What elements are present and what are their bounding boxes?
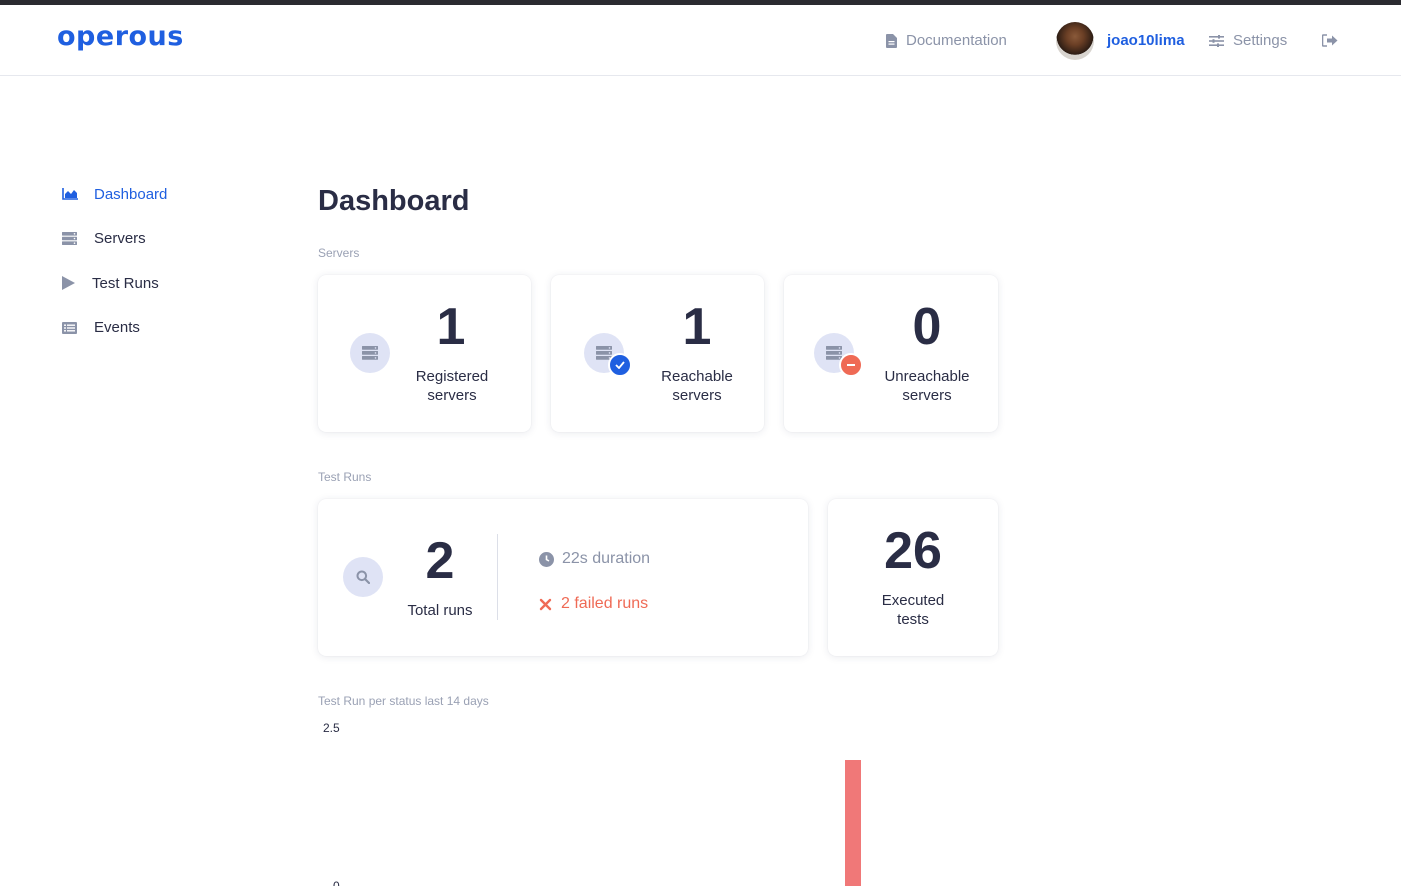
total-runs-label: Total runs [407, 602, 473, 619]
clock-icon [539, 551, 554, 567]
documentation-label: Documentation [906, 32, 1007, 49]
executed-tests-card[interactable]: 26 Executed tests [828, 499, 998, 656]
y-tick-label: 0 [333, 879, 340, 886]
sidebar-item-test-runs[interactable]: Test Runs [62, 269, 167, 297]
server-icon-circle [350, 333, 390, 373]
total-runs-count: 2 [425, 532, 455, 590]
logout-button[interactable] [1322, 5, 1338, 76]
user-menu[interactable]: joao10lima [1056, 5, 1185, 76]
reachable-servers-count: 1 [682, 298, 712, 356]
server-icon [362, 346, 378, 360]
settings-link[interactable]: Settings [1209, 5, 1287, 76]
executed-tests-count: 26 [884, 522, 942, 580]
reachable-servers-label: Reachable servers [661, 368, 733, 404]
duration-info: 22s duration [539, 550, 650, 568]
chart-title: Test Run per status last 14 days [318, 694, 489, 708]
registered-servers-count: 1 [436, 298, 466, 356]
minus-badge-icon [839, 353, 863, 377]
registered-servers-label: Registered servers [415, 368, 489, 404]
list-icon [62, 321, 77, 334]
server-icon [826, 346, 842, 360]
sidebar: Dashboard Servers Test Runs Events [62, 180, 167, 358]
avatar[interactable] [1056, 21, 1094, 60]
documentation-link[interactable]: Documentation [886, 5, 1007, 76]
test-runs-section-label: Test Runs [318, 470, 372, 484]
sidebar-item-servers[interactable]: Servers [62, 225, 167, 253]
page-title: Dashboard [318, 185, 470, 217]
username-label[interactable]: joao10lima [1107, 32, 1185, 49]
reachable-servers-card[interactable]: 1 Reachable servers [551, 275, 764, 432]
sign-out-icon [1322, 34, 1338, 47]
failed-runs-text: 2 failed runs [561, 595, 649, 612]
check-badge-icon [608, 353, 632, 377]
server-icon [62, 232, 77, 245]
close-icon [539, 598, 552, 610]
unreachable-servers-label: Unreachable servers [884, 368, 970, 404]
sidebar-item-label: Events [94, 319, 140, 336]
sidebar-item-label: Dashboard [94, 185, 168, 203]
card-divider [497, 534, 498, 620]
sidebar-item-label: Servers [94, 230, 146, 247]
search-icon [356, 570, 370, 584]
chart-area-icon [62, 188, 78, 200]
unreachable-servers-count: 0 [912, 298, 942, 356]
registered-servers-card[interactable]: 1 Registered servers [318, 275, 531, 432]
sidebar-item-dashboard[interactable]: Dashboard [62, 180, 167, 208]
document-icon [886, 33, 897, 48]
sidebar-item-events[interactable]: Events [62, 314, 167, 342]
sidebar-item-label: Test Runs [92, 274, 159, 292]
app-header: operous Documentation joao10lima Setting… [0, 5, 1401, 76]
chart-plot-area [348, 729, 998, 886]
failed-runs-link[interactable]: 2 failed runs [539, 595, 648, 613]
settings-label: Settings [1233, 32, 1288, 49]
chart-bar[interactable] [844, 760, 861, 886]
total-runs-card[interactable]: 2 Total runs 22s duration 2 failed runs [318, 499, 808, 656]
search-icon-circle [343, 557, 383, 597]
operous-logo[interactable]: operous [57, 21, 184, 52]
executed-tests-label: Executed tests [881, 592, 945, 628]
servers-section-label: Servers [318, 246, 360, 260]
sliders-icon [1209, 34, 1224, 47]
duration-text: 22s duration [562, 550, 651, 567]
y-tick-label: 2.5 [323, 721, 340, 735]
play-icon [62, 276, 75, 290]
unreachable-servers-card[interactable]: 0 Unreachable servers [784, 275, 998, 432]
